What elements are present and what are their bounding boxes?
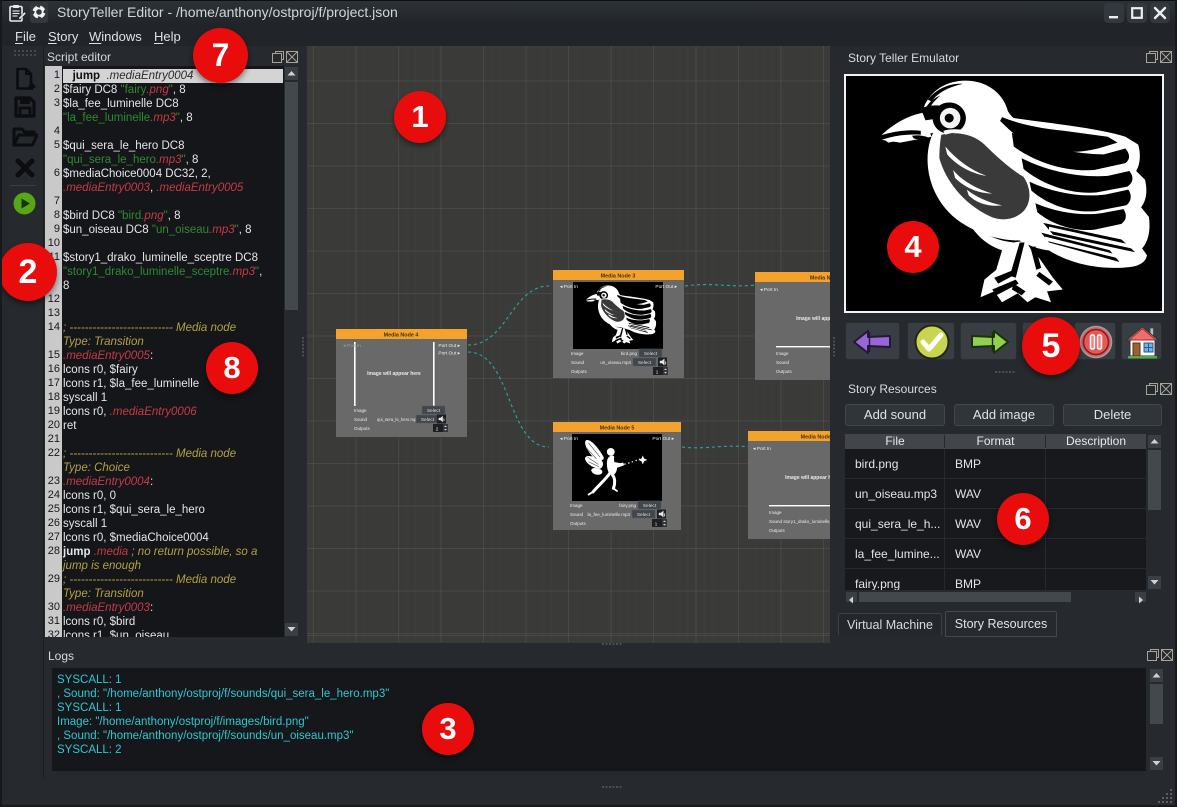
svg-text:Select: Select (421, 417, 435, 423)
svg-text:Media Node 4: Media Node 4 (384, 333, 419, 339)
svg-text:◂ Port In: ◂ Port In (560, 436, 578, 442)
svg-text:Select: Select (638, 360, 652, 366)
svg-text:Sound: Sound (776, 360, 790, 365)
svg-text:Outputs: Outputs (769, 528, 786, 533)
svg-text:Port Out ▸: Port Out ▸ (655, 284, 677, 290)
svg-text:qui_sera_le_hero.mp3: qui_sera_le_hero.mp3 (377, 417, 419, 422)
svg-text:◂ Port In: ◂ Port In (560, 284, 578, 290)
svg-text:Media Node 6: Media Node 6 (801, 435, 830, 441)
svg-text:Sound: Sound (571, 360, 585, 365)
svg-text:Port Out ▸: Port Out ▸ (438, 343, 460, 349)
svg-text:Select: Select (643, 503, 657, 509)
svg-text:Outputs: Outputs (570, 521, 587, 526)
svg-text:bird.png: bird.png (621, 351, 638, 356)
svg-text:Sound: Sound (570, 512, 584, 517)
svg-text:Sound: Sound (354, 417, 368, 422)
svg-text:Image: Image (570, 503, 583, 508)
svg-text:Image will appear here: Image will appear here (367, 371, 421, 377)
svg-text:Select: Select (644, 351, 658, 357)
svg-text:la_fee_luminelle.mp3: la_fee_luminelle.mp3 (587, 512, 630, 517)
svg-text:Sound story1_drako_luminelle_: Sound story1_drako_luminelle_sceptre.r (769, 519, 830, 524)
svg-text:un_oiseau.mp3: un_oiseau.mp3 (600, 360, 631, 365)
svg-text:Image will appear here: Image will appear here (785, 475, 830, 481)
svg-text:Image: Image (571, 351, 584, 356)
svg-text:fairy.png: fairy.png (619, 503, 636, 508)
svg-text:◂ Port In: ◂ Port In (343, 343, 361, 349)
svg-text:Media Node: Media Node (810, 276, 830, 282)
svg-text:Image will appear: Image will appear (796, 316, 830, 322)
svg-text:Select: Select (427, 408, 441, 414)
svg-text:Media Node 3: Media Node 3 (601, 274, 636, 280)
svg-text:Port Out ▸: Port Out ▸ (652, 436, 674, 442)
svg-text:◂ Port In: ◂ Port In (753, 446, 771, 452)
svg-text:Image: Image (769, 510, 782, 515)
svg-text:Media Node 5: Media Node 5 (600, 426, 635, 432)
svg-text:◂ Port In: ◂ Port In (760, 287, 778, 293)
svg-text:Outputs: Outputs (776, 369, 793, 374)
svg-text:Outputs: Outputs (354, 426, 371, 431)
svg-text:Port Out ▸: Port Out ▸ (438, 351, 460, 357)
svg-text:Image: Image (354, 408, 367, 413)
svg-text:Select: Select (637, 512, 651, 518)
svg-text:Image: Image (776, 351, 789, 356)
svg-text:Outputs: Outputs (571, 369, 588, 374)
